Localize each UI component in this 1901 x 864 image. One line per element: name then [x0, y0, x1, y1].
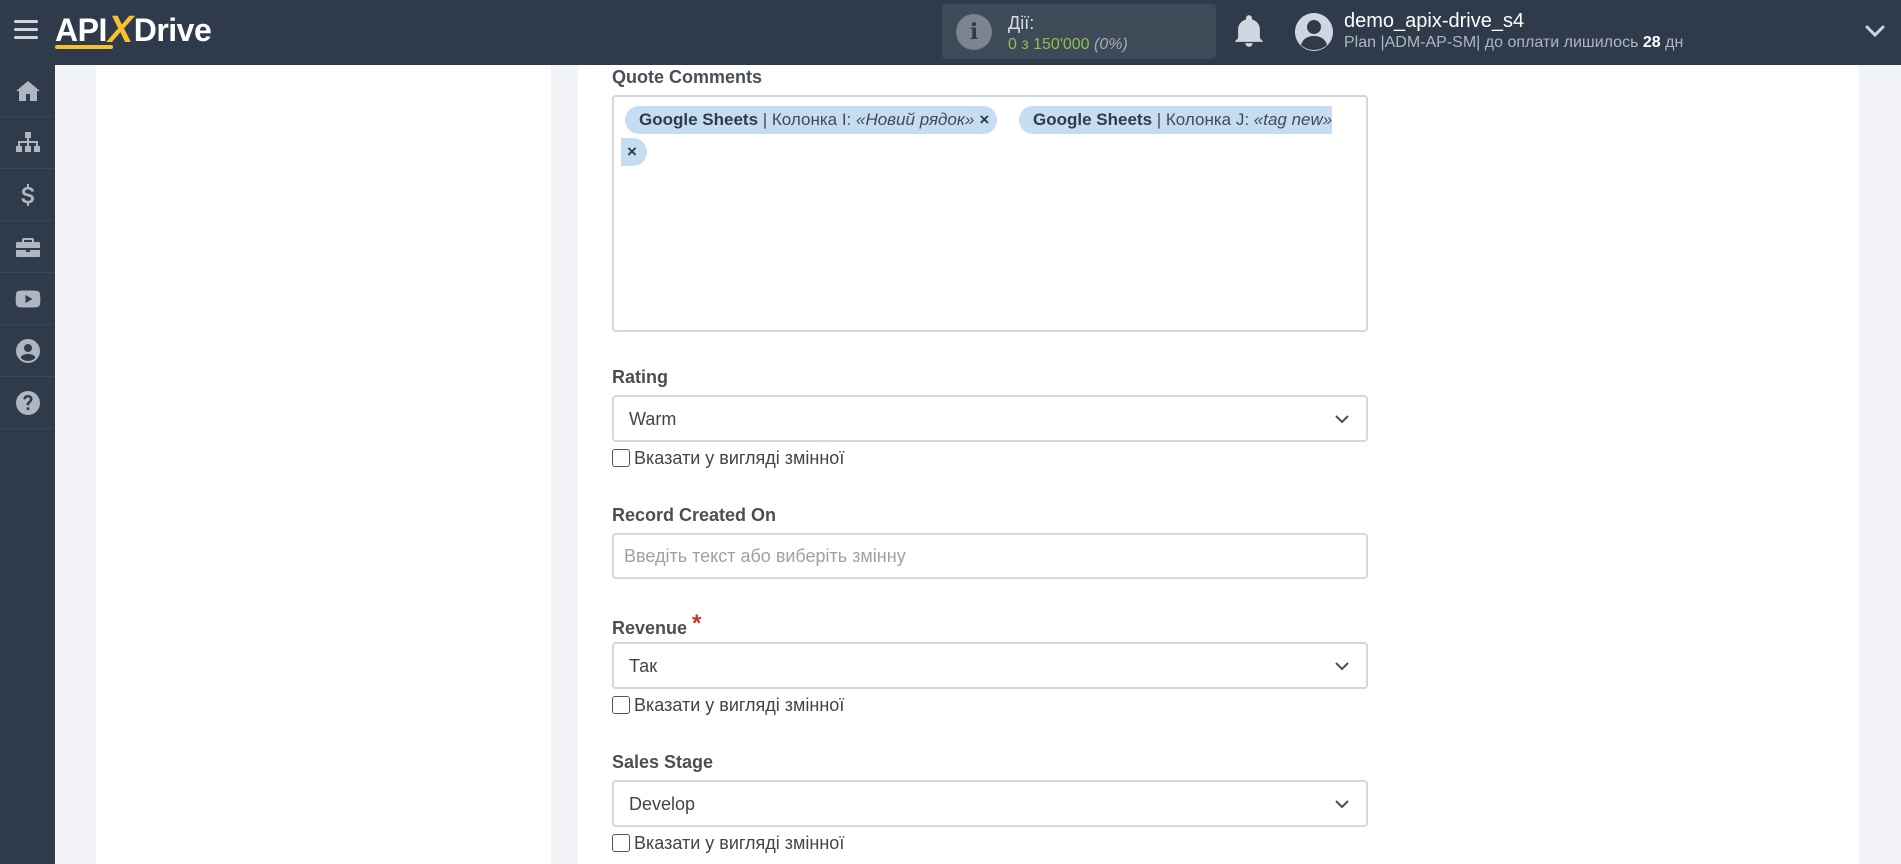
chevron-down-icon — [1335, 800, 1349, 809]
rating-value: Warm — [629, 409, 677, 429]
sidebar-item-home[interactable] — [0, 65, 55, 117]
logo-text-left: API — [55, 11, 107, 48]
user-circle-icon — [15, 338, 40, 363]
sidebar-item-profile[interactable] — [0, 325, 55, 377]
revenue-label: Revenue * — [612, 610, 702, 641]
user-icon — [1295, 13, 1333, 51]
sidebar-item-billing[interactable] — [0, 169, 55, 221]
record-created-on-label: Record Created On — [612, 505, 777, 525]
plan-prefix: Plan |ADM-AP-SM| до оплати лишилось — [1344, 34, 1639, 51]
tag-source: Google Sheets — [1033, 110, 1153, 129]
sales-stage-value: Develop — [629, 794, 696, 814]
briefcase-icon — [15, 237, 40, 257]
sales-stage-label: Sales Stage — [612, 752, 714, 772]
question-circle-icon — [15, 390, 40, 415]
actions-counter-box[interactable]: i Дії: 0 з 150'000 (0%) — [942, 4, 1216, 59]
tag-value: «Новий рядок» — [856, 110, 975, 129]
menu-icon[interactable] — [14, 20, 38, 42]
tag-column: | Колонка I: — [758, 110, 856, 129]
dollar-icon — [21, 183, 34, 206]
home-icon — [15, 80, 40, 101]
record-created-on-input[interactable] — [612, 533, 1368, 579]
tag-remove-icon[interactable]: × — [627, 142, 637, 161]
youtube-icon — [15, 290, 40, 307]
quote-comments-label: Quote Comments — [612, 67, 763, 87]
rating-variable-option: Вказати у вигляді змінної — [612, 447, 844, 469]
bell-icon[interactable] — [1234, 14, 1264, 48]
quote-comments-field[interactable]: Google Sheets | Колонка I: «Новий рядок»… — [612, 95, 1368, 332]
sales-stage-variable-option: Вказати у вигляді змінної — [612, 832, 844, 854]
plan-suffix: дн — [1665, 34, 1684, 51]
revenue-select[interactable]: Так — [612, 642, 1368, 689]
revenue-variable-label[interactable]: Вказати у вигляді змінної — [634, 695, 844, 716]
chevron-down-icon — [1335, 415, 1349, 424]
rating-variable-checkbox[interactable] — [612, 449, 630, 467]
sales-stage-variable-checkbox[interactable] — [612, 834, 630, 852]
logo-text-right: Drive — [133, 11, 212, 48]
left-panel — [96, 65, 551, 864]
sitemap-icon — [15, 131, 40, 152]
revenue-label-text: Revenue — [612, 618, 688, 638]
tag-source: Google Sheets — [639, 110, 759, 129]
sidebar-item-videos[interactable] — [0, 273, 55, 325]
plan-info: Plan |ADM-AP-SM| до оплати лишилось 28 д… — [1344, 34, 1683, 52]
tag-remove-wrap[interactable]: × — [621, 138, 647, 166]
sidebar-item-connections[interactable] — [0, 117, 55, 169]
username[interactable]: demo_apix-drive_s4 — [1344, 10, 1524, 33]
actions-percent: (0%) — [1094, 36, 1128, 53]
avatar[interactable] — [1295, 13, 1333, 51]
top-bar: API X Drive i Дії: 0 з 150'000 (0%) demo_a… — [0, 0, 1901, 65]
tag-remove-icon[interactable]: × — [979, 110, 989, 129]
sidebar — [0, 65, 55, 864]
tag-value: «tag new» — [1253, 110, 1333, 129]
revenue-variable-option: Вказати у вигляді змінної — [612, 694, 844, 716]
variable-tag[interactable]: Google Sheets | Колонка J: «tag new» — [1019, 106, 1333, 134]
tag-column: | Колонка J: — [1152, 110, 1254, 129]
sales-stage-select[interactable]: Develop — [612, 780, 1368, 827]
sales-stage-variable-label[interactable]: Вказати у вигляді змінної — [634, 833, 844, 854]
rating-label: Rating — [612, 367, 668, 387]
revenue-variable-checkbox[interactable] — [612, 696, 630, 714]
rating-variable-label[interactable]: Вказати у вигляді змінної — [634, 448, 844, 469]
actions-label: Дії: — [1008, 13, 1035, 33]
logo-underline — [55, 45, 113, 49]
rating-select[interactable]: Warm — [612, 395, 1368, 442]
revenue-value: Так — [629, 656, 658, 676]
required-mark: * — [692, 610, 702, 637]
chevron-down-icon[interactable] — [1864, 22, 1886, 40]
actions-counter: 0 з 150'000 (0%) — [1008, 36, 1128, 54]
sidebar-item-services[interactable] — [0, 221, 55, 273]
plan-days: 28 — [1642, 34, 1661, 51]
info-icon: i — [956, 14, 992, 50]
actions-count: 0 з 150'000 — [1008, 36, 1090, 53]
chevron-down-icon — [1335, 662, 1349, 671]
sidebar-item-help[interactable] — [0, 377, 55, 429]
variable-tag[interactable]: Google Sheets | Колонка I: «Новий рядок»… — [625, 106, 998, 134]
